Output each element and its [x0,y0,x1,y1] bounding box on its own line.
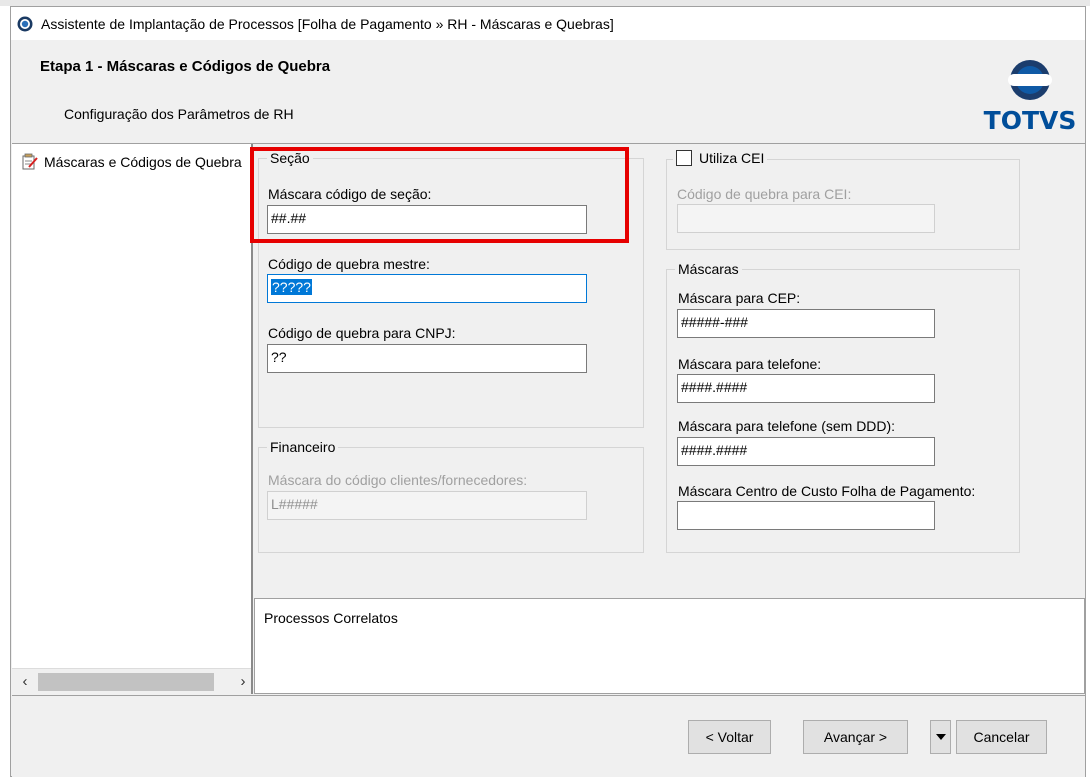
cep-label: Máscara para CEP: [678,290,801,306]
quebra-cei-input [677,204,935,233]
next-button[interactable]: Avançar > [803,720,908,754]
app-icon [17,16,33,31]
tree-panel: Máscaras e Códigos de Quebra ‹ › [12,144,253,694]
back-button[interactable]: < Voltar [688,720,771,754]
mascara-secao-label: Máscara código de seção: [268,186,432,202]
totvs-logo-text: TOTVS [983,106,1077,135]
scroll-left-icon[interactable]: ‹ [16,672,34,692]
wizard-window: Assistente de Implantação de Processos [… [10,6,1086,777]
centro-custo-label: Máscara Centro de Custo Folha de Pagamen… [678,483,976,499]
tree-item-mascaras[interactable]: Máscaras e Códigos de Quebra [21,153,242,170]
utiliza-cei-label: Utiliza CEI [699,150,765,166]
cancel-dropdown-button[interactable] [930,720,951,754]
mascara-secao-input[interactable]: ##.## [267,205,587,234]
telefone-label: Máscara para telefone: [678,356,822,372]
related-processes-panel: Processos Correlatos [254,598,1085,694]
quebra-cnpj-input[interactable]: ?? [267,344,587,373]
telefone-sem-ddd-label: Máscara para telefone (sem DDD): [678,418,896,434]
related-processes-title: Processos Correlatos [264,610,398,626]
header-panel: Etapa 1 - Máscaras e Códigos de Quebra C… [12,40,1085,144]
step-title: Etapa 1 - Máscaras e Códigos de Quebra [40,58,331,75]
secao-legend: Seção [270,150,310,166]
financeiro-mascara-input: L##### [267,491,587,520]
document-edit-icon [22,153,38,170]
totvs-logo-mark [1008,60,1052,100]
scroll-thumb[interactable] [38,673,214,691]
cancel-button[interactable]: Cancelar [956,720,1047,754]
centro-custo-input[interactable] [677,501,935,530]
quebra-mestre-value: ????? [271,279,312,295]
telefone-sem-ddd-input[interactable]: ####.#### [677,437,935,466]
quebra-mestre-input[interactable]: ????? [267,274,587,303]
quebra-mestre-label: Código de quebra mestre: [268,256,430,272]
horizontal-scrollbar[interactable]: ‹ › [12,668,251,694]
title-bar: Assistente de Implantação de Processos [… [11,7,1085,40]
scroll-right-icon[interactable]: › [234,672,251,692]
cei-legend: Utiliza CEI [673,150,767,169]
cep-input[interactable]: #####-### [677,309,935,338]
quebra-cnpj-label: Código de quebra para CNPJ: [268,325,456,341]
financeiro-legend: Financeiro [270,439,336,455]
quebra-cei-label: Código de quebra para CEI: [677,186,852,202]
utiliza-cei-checkbox[interactable] [676,150,692,166]
mascaras-legend: Máscaras [678,261,739,277]
step-subtitle: Configuração dos Parâmetros de RH [64,106,294,122]
financeiro-mascara-label: Máscara do código clientes/fornecedores: [268,472,528,488]
chevron-down-icon [935,734,946,740]
totvs-logo: TOTVS [980,56,1080,138]
window-title: Assistente de Implantação de Processos [… [41,15,614,32]
telefone-input[interactable]: ####.#### [677,374,935,403]
tree-item-label: Máscaras e Códigos de Quebra [44,153,242,170]
footer-bar: < Voltar Avançar > Cancelar [12,695,1085,777]
